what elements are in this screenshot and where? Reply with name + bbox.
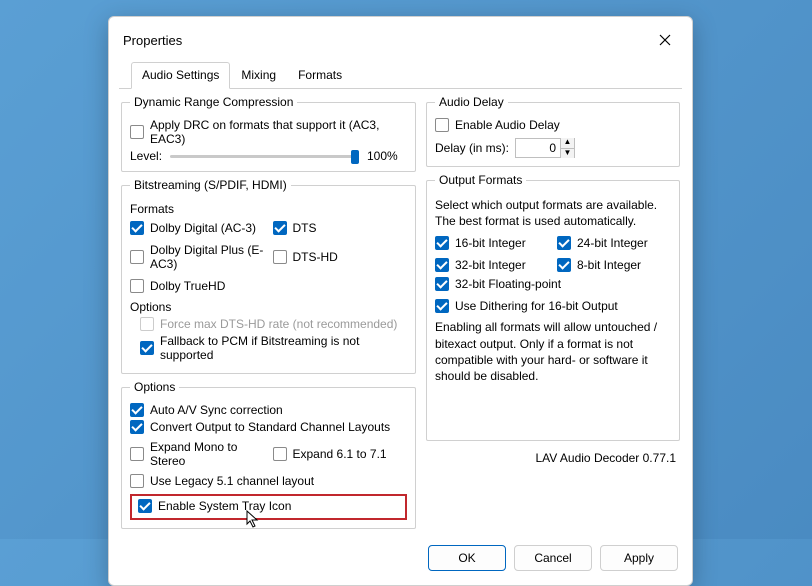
checkbox-enable-audio-delay[interactable] (435, 118, 449, 132)
checkbox-enable-tray-icon[interactable] (138, 499, 152, 513)
checkbox-dts[interactable] (273, 221, 287, 235)
tab-strip: Audio Settings Mixing Formats (119, 61, 682, 89)
label-dolby-digital: Dolby Digital (AC-3) (150, 221, 256, 235)
close-icon (659, 34, 671, 46)
value-drc-level: 100% (367, 149, 407, 163)
label-32bit-int: 32-bit Integer (455, 258, 526, 272)
subheader-formats: Formats (130, 202, 407, 216)
checkbox-expand-mono[interactable] (130, 447, 144, 461)
checkbox-use-dithering[interactable] (435, 299, 449, 313)
label-dolby-digital-plus: Dolby Digital Plus (E-AC3) (150, 243, 265, 271)
checkbox-32bit-int[interactable] (435, 258, 449, 272)
group-audio-delay: Audio Delay Enable Audio Delay Delay (in… (426, 95, 680, 167)
label-expand-mono: Expand Mono to Stereo (150, 440, 265, 468)
checkbox-convert-output[interactable] (130, 420, 144, 434)
label-apply-drc: Apply DRC on formats that support it (AC… (150, 118, 407, 146)
spinner-down[interactable]: ▼ (560, 148, 574, 158)
label-8bit-int: 8-bit Integer (577, 258, 641, 272)
slider-drc-level[interactable] (170, 149, 359, 163)
label-dts-hd: DTS-HD (293, 250, 338, 264)
checkbox-dolby-truehd[interactable] (130, 279, 144, 293)
checkbox-24bit-int[interactable] (557, 236, 571, 250)
decoder-version: LAV Audio Decoder 0.77.1 (426, 447, 680, 465)
apply-button[interactable]: Apply (600, 545, 678, 571)
tab-audio-settings[interactable]: Audio Settings (131, 62, 230, 89)
label-convert-output: Convert Output to Standard Channel Layou… (150, 420, 390, 434)
label-24bit-int: 24-bit Integer (577, 236, 648, 250)
group-options-legend: Options (130, 380, 179, 394)
checkbox-fallback-pcm[interactable] (140, 341, 154, 355)
label-dolby-truehd: Dolby TrueHD (150, 279, 225, 293)
label-enable-audio-delay: Enable Audio Delay (455, 118, 560, 132)
checkbox-8bit-int[interactable] (557, 258, 571, 272)
group-output-formats-legend: Output Formats (435, 173, 526, 187)
group-output-formats: Output Formats Select which output forma… (426, 173, 680, 441)
checkbox-expand-61-71[interactable] (273, 447, 287, 461)
checkbox-legacy-51[interactable] (130, 474, 144, 488)
label-32bit-float: 32-bit Floating-point (455, 277, 561, 291)
label-drc-level: Level: (130, 149, 162, 163)
checkbox-16bit-int[interactable] (435, 236, 449, 250)
group-bitstreaming: Bitstreaming (S/PDIF, HDMI) Formats Dolb… (121, 178, 416, 374)
group-drc-legend: Dynamic Range Compression (130, 95, 297, 109)
group-audio-delay-legend: Audio Delay (435, 95, 508, 109)
checkbox-dolby-digital[interactable] (130, 221, 144, 235)
properties-dialog: Properties Audio Settings Mixing Formats… (108, 16, 693, 586)
tab-content: Dynamic Range Compression Apply DRC on f… (109, 89, 692, 539)
label-legacy-51: Use Legacy 5.1 channel layout (150, 474, 314, 488)
window-title: Properties (123, 33, 182, 48)
checkbox-32bit-float[interactable] (435, 277, 449, 291)
checkbox-dolby-digital-plus[interactable] (130, 250, 144, 264)
tab-mixing[interactable]: Mixing (230, 62, 287, 89)
label-force-dtshd-rate: Force max DTS-HD rate (not recommended) (160, 317, 397, 331)
ok-button[interactable]: OK (428, 545, 506, 571)
titlebar: Properties (109, 17, 692, 61)
group-options: Options Auto A/V Sync correction Convert… (121, 380, 416, 529)
label-expand-61-71: Expand 6.1 to 7.1 (293, 447, 387, 461)
label-auto-av-sync: Auto A/V Sync correction (150, 403, 283, 417)
label-delay-ms: Delay (in ms): (435, 141, 509, 155)
close-button[interactable] (652, 27, 678, 53)
subheader-bs-options: Options (130, 300, 407, 314)
group-bitstreaming-legend: Bitstreaming (S/PDIF, HDMI) (130, 178, 291, 192)
checkbox-force-dtshd-rate (140, 317, 154, 331)
highlight-enable-tray: Enable System Tray Icon (130, 494, 407, 520)
checkbox-auto-av-sync[interactable] (130, 403, 144, 417)
spinner-delay-ms[interactable]: ▲ ▼ (515, 138, 575, 158)
input-delay-ms[interactable] (516, 141, 560, 155)
hint-output-formats-2: Enabling all formats will allow untouche… (435, 319, 671, 384)
label-dts: DTS (293, 221, 317, 235)
group-drc: Dynamic Range Compression Apply DRC on f… (121, 95, 416, 172)
hint-output-formats: Select which output formats are availabl… (435, 197, 671, 229)
label-enable-tray-icon: Enable System Tray Icon (158, 499, 291, 513)
tab-formats[interactable]: Formats (287, 62, 353, 89)
spinner-up[interactable]: ▲ (560, 138, 574, 148)
label-fallback-pcm: Fallback to PCM if Bitstreaming is not s… (160, 334, 407, 362)
dialog-footer: OK Cancel Apply (109, 539, 692, 585)
label-16bit-int: 16-bit Integer (455, 236, 526, 250)
cancel-button[interactable]: Cancel (514, 545, 592, 571)
checkbox-dts-hd[interactable] (273, 250, 287, 264)
label-use-dithering: Use Dithering for 16-bit Output (455, 299, 618, 313)
checkbox-apply-drc[interactable] (130, 125, 144, 139)
